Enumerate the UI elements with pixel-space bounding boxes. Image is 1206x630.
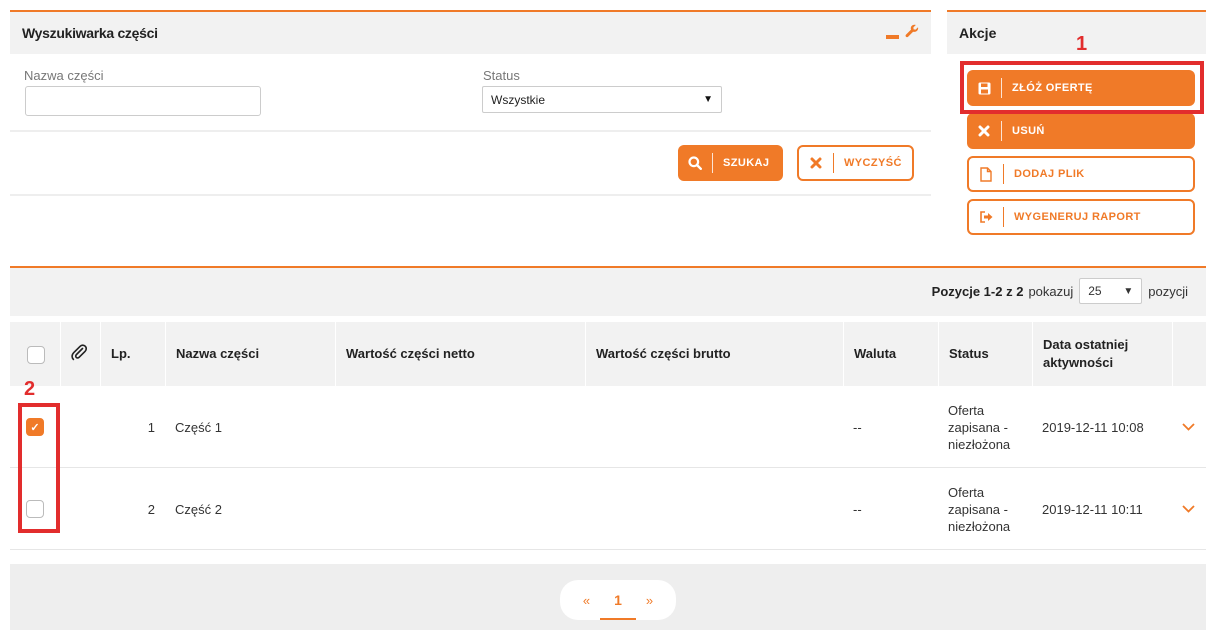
highlight-box-2 <box>18 403 60 533</box>
pagination-prev[interactable]: « <box>583 593 590 608</box>
minimize-icon[interactable] <box>886 35 899 39</box>
paging-range: Pozycje 1-2 z 2 <box>931 283 1024 299</box>
search-panel-tools <box>886 24 919 42</box>
grid-header: Lp. Nazwa części Wartość części netto Wa… <box>10 322 1206 386</box>
search-panel-header: Wyszukiwarka części <box>10 12 931 54</box>
pagination-current-page[interactable]: 1 <box>600 592 636 620</box>
column-header-net[interactable]: Wartość części netto <box>335 322 585 386</box>
page-size-value: 25 <box>1088 284 1102 298</box>
part-name-label: Nazwa części <box>24 68 104 83</box>
row-part-name: Część 1 <box>175 419 222 435</box>
chevron-down-icon[interactable] <box>1182 468 1195 550</box>
pagination: « 1 » <box>560 580 676 620</box>
search-panel-title: Wyszukiwarka części <box>22 25 158 41</box>
actions-panel: Akcje ZŁÓŻ OFERTĘ USUŃ DODAJ PLIK WYGENE… <box>947 10 1206 246</box>
parts-grid: Pozycje 1-2 z 2 pokazuj 25 ▼ pozycji Lp.… <box>10 266 1206 630</box>
part-name-input[interactable] <box>25 86 261 116</box>
select-all-checkbox[interactable] <box>27 346 45 364</box>
paperclip-icon <box>71 343 88 366</box>
clear-button[interactable]: WYCZYŚĆ <box>797 145 914 181</box>
x-icon <box>967 125 1001 137</box>
select-all-cell <box>10 322 60 386</box>
row-status: Oferta zapisana - niezłożona <box>948 402 1011 452</box>
delete-label: USUŃ <box>1012 125 1045 137</box>
export-icon <box>969 211 1003 223</box>
button-separator <box>712 153 713 173</box>
x-icon <box>799 157 833 169</box>
search-button-label: SZUKAJ <box>723 157 770 169</box>
select-caret-icon: ▼ <box>1123 285 1134 297</box>
row-lp: 1 <box>147 419 155 435</box>
row-last-activity: 2019-12-11 10:11 <box>1042 501 1143 517</box>
pagination-next[interactable]: » <box>646 593 653 608</box>
annotation-marker-2: 2 <box>24 378 36 400</box>
add-file-label: DODAJ PLIK <box>1014 168 1085 180</box>
delete-button[interactable]: USUŃ <box>967 113 1195 149</box>
row-status: Oferta zapisana - niezłożona <box>948 484 1011 534</box>
attachment-column <box>60 322 100 386</box>
add-file-button[interactable]: DODAJ PLIK <box>967 156 1195 192</box>
page-size-select[interactable]: 25 ▼ <box>1079 278 1143 304</box>
column-header-last-activity[interactable]: Data ostatniej aktywności <box>1032 322 1172 386</box>
highlight-box-1 <box>960 61 1204 114</box>
column-header-status[interactable]: Status <box>938 322 1032 386</box>
column-header-lp[interactable]: Lp. <box>100 322 165 386</box>
wrench-icon[interactable] <box>905 24 919 42</box>
row-currency: -- <box>853 501 862 517</box>
row-last-activity: 2019-12-11 10:08 <box>1042 419 1144 435</box>
column-header-actions <box>1172 322 1206 386</box>
table-row[interactable]: 2 Część 2 -- Oferta zapisana - niezłożon… <box>10 468 1206 550</box>
generate-report-button[interactable]: WYGENERUJ RAPORT <box>967 199 1195 235</box>
column-header-name[interactable]: Nazwa części <box>165 322 335 386</box>
search-panel: Wyszukiwarka części Nazwa części Status … <box>10 10 931 196</box>
generate-report-label: WYGENERUJ RAPORT <box>1014 211 1141 223</box>
row-part-name: Część 2 <box>175 501 222 517</box>
search-panel-footer: SZUKAJ WYCZYŚĆ <box>10 130 931 196</box>
annotation-marker-1: 1 <box>1076 33 1088 55</box>
clear-button-label: WYCZYŚĆ <box>844 157 902 169</box>
row-currency: -- <box>853 419 862 435</box>
status-select-value: Wszystkie <box>491 92 545 107</box>
button-separator <box>1001 121 1002 141</box>
paging-show-label: pokazuj <box>1028 283 1074 299</box>
grid-toolbar: Pozycje 1-2 z 2 pokazuj 25 ▼ pozycji <box>10 268 1206 316</box>
chevron-down-icon[interactable] <box>1182 386 1195 468</box>
file-icon <box>969 166 1003 182</box>
row-lp: 2 <box>147 501 155 517</box>
row-status-cell: Oferta zapisana - niezłożona <box>948 468 1032 550</box>
row-status-cell: Oferta zapisana - niezłożona <box>948 386 1032 468</box>
column-header-gross[interactable]: Wartość części brutto <box>585 322 843 386</box>
status-label: Status <box>483 68 520 83</box>
search-icon <box>678 156 712 170</box>
select-caret-icon: ▼ <box>703 94 713 105</box>
column-header-currency[interactable]: Waluta <box>843 322 938 386</box>
paging-info: Pozycje 1-2 z 2 pokazuj 25 ▼ pozycji <box>932 278 1188 304</box>
search-button[interactable]: SZUKAJ <box>678 145 783 181</box>
table-row[interactable]: ✓ 1 Część 1 -- Oferta zapisana - niezłoż… <box>10 386 1206 468</box>
status-select[interactable]: Wszystkie ▼ <box>482 86 722 113</box>
pagination-bar: « 1 » <box>10 564 1206 630</box>
paging-items-label: pozycji <box>1148 283 1188 299</box>
